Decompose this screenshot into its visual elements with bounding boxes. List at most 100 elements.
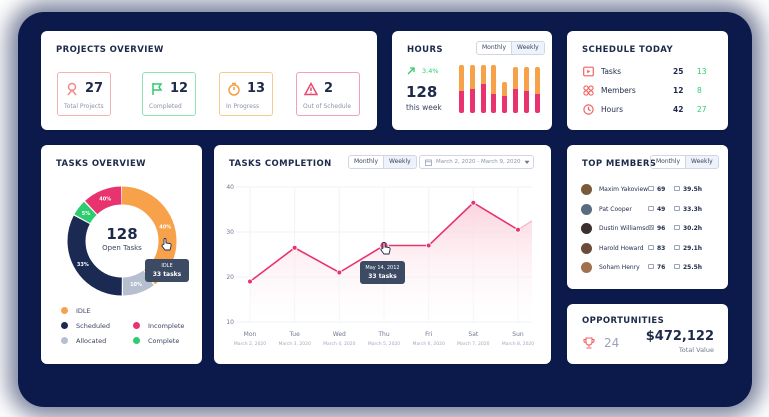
member-name: Maxim Yakoview [599,186,649,193]
tasks-icon [648,264,654,269]
opportunities-card: OPPORTUNITIES 24 $472,122 Total Value [567,304,728,364]
data-point[interactable] [470,199,477,206]
schedule-extra: 8 [697,86,702,95]
legend-label: Allocated [76,337,107,345]
hours-bar-pink [534,93,540,113]
schedule-label: Members [601,86,636,95]
hours-icon [674,244,680,250]
stat-value: 12 [170,81,189,96]
avatar [581,203,592,215]
hours-icon [674,205,680,211]
stat-completed[interactable]: 12 Completed [142,72,196,116]
member-tasks: 96 [657,225,666,232]
data-point[interactable] [425,242,432,249]
data-point[interactable] [515,226,521,233]
completion-period-toggle[interactable]: Monthly Weekly [348,155,417,169]
toggle-monthly[interactable]: Monthly [349,156,383,168]
members-icon [583,85,594,96]
member-row[interactable]: Soham Henry 76 25.5h [581,261,716,275]
schedule-label: Tasks [601,67,622,76]
legend-dot [133,337,140,344]
data-point[interactable] [247,278,253,285]
hours-bar-orange [459,65,464,92]
x-tick-date: March 6, 2020 [413,341,445,347]
hours-bar-orange [469,65,475,89]
member-hours: 39.5h [683,186,703,193]
clock-icon [583,104,594,115]
hours-card: HOURS Monthly Weekly 3.4% 128 this week [392,31,552,130]
hours-bar-orange [534,67,540,94]
hours-bar-pink [491,93,497,113]
schedule-value: 42 [673,105,684,114]
toggle-weekly[interactable]: Weekly [511,42,544,54]
tasks-overview-title: TASKS OVERVIEW [56,159,146,169]
x-tick-label: Sun [512,331,524,338]
schedule-row-hours[interactable]: Hours 42 27 [583,103,713,117]
schedule-row-tasks[interactable]: Tasks 25 13 [583,65,713,79]
legend-label: IDLE [76,307,91,315]
hours-icon [674,264,680,269]
avatar [581,242,592,254]
data-point[interactable] [291,244,298,251]
toggle-weekly[interactable]: Weekly [383,156,416,168]
schedule-label: Hours [601,105,623,114]
tooltip-date: May 14, 2012 [365,265,400,271]
schedule-value: 25 [673,67,684,76]
x-tick-date: March 2, 2020 [234,341,266,347]
calendar-icon [425,159,432,166]
member-tasks: 69 [657,186,666,193]
tasks-completion-card: TASKS COMPLETION Monthly Weekly March 2,… [214,145,551,364]
members-period-toggle[interactable]: Monthly Weekly [650,155,719,169]
projects-overview-title: PROJECTS OVERVIEW [56,45,164,55]
y-tick-label: 40 [226,184,234,191]
y-tick-label: 20 [226,274,234,281]
date-range-picker[interactable]: March 2, 2020 - March 9, 2020 [419,155,534,169]
toggle-monthly[interactable]: Monthly [477,42,511,54]
member-hours: 30.2h [683,225,703,232]
member-row[interactable]: Dustin Williamson 96 30.2h [581,222,716,236]
avatar [581,184,592,195]
hours-change: 3.4% [422,67,439,75]
member-tasks: 49 [657,205,666,213]
member-hours: 33.3h [683,205,703,213]
hours-bar [459,65,464,113]
hours-period-toggle[interactable]: Monthly Weekly [476,41,545,55]
stat-value: 27 [85,81,104,96]
legend-dot [61,337,68,344]
warning-icon [304,82,318,96]
avatar [581,262,592,273]
toggle-weekly[interactable]: Weekly [685,156,718,168]
member-row[interactable]: Pat Cooper 49 33.3h [581,203,716,217]
chevron-down-icon [524,160,530,164]
x-tick-label: Thu [377,331,389,338]
x-tick-date: March 8, 2020 [502,341,534,347]
member-hours: 29.1h [683,244,703,252]
stat-value: 13 [247,81,266,96]
donut-segment-label: 33% [77,262,89,268]
hours-bar [502,81,508,113]
member-row[interactable]: Harold Howard 83 29.1h [581,242,716,256]
y-tick-label: 10 [226,319,234,326]
timer-icon [228,82,240,96]
tooltip-title: IDLE [161,263,173,269]
toggle-monthly[interactable]: Monthly [651,156,685,168]
legend-label: Complete [148,337,180,345]
x-tick-label: Mon [244,331,257,338]
member-name: Soham Henry [599,264,640,271]
tasks-icon [648,186,654,191]
play-icon [583,66,594,77]
schedule-row-members[interactable]: Members 12 8 [583,84,713,98]
stat-in-progress[interactable]: 13 In Progress [219,72,273,116]
stat-total-projects[interactable]: 27 Total Projects [57,72,111,116]
member-tasks: 83 [657,244,666,252]
hours-bar [523,67,529,113]
hours-bar [513,67,518,113]
data-point[interactable] [336,269,343,276]
legend-label: Scheduled [76,322,110,330]
x-tick-label: Sat [468,331,478,338]
hours-bar-pink [502,96,508,113]
hours-bar-chart [459,65,545,113]
stat-out-of-schedule[interactable]: 2 Out of Schedule [296,72,360,116]
member-row[interactable]: Maxim Yakoview 69 39.5h [581,183,716,197]
donut-segment-label: 40% [99,196,111,202]
